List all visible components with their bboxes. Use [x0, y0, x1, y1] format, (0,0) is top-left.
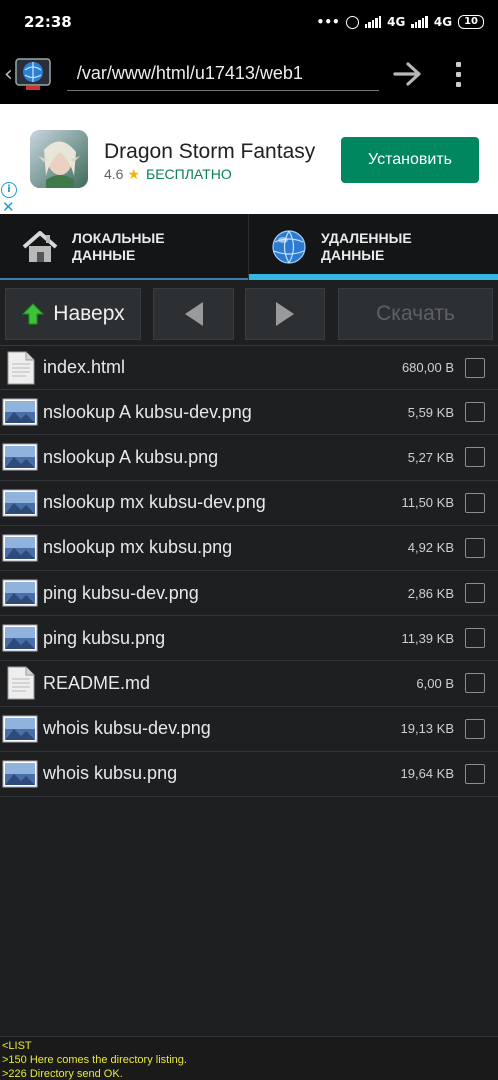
back-chevron-icon[interactable]: ‹	[4, 62, 13, 87]
file-list: index.html 680,00 B nslookup A kubsu-dev.p…	[0, 345, 498, 797]
file-checkbox[interactable]	[465, 583, 485, 604]
tab-remote-data[interactable]: УДАЛЕННЫЕ ДАННЫЕ	[249, 214, 498, 280]
image-icon	[2, 756, 38, 792]
ad-install-button[interactable]: Установить	[341, 137, 479, 183]
app-toolbar: ‹	[0, 44, 498, 104]
signal-icon-2	[411, 16, 428, 28]
up-button[interactable]: Наверх	[5, 288, 141, 340]
file-checkbox[interactable]	[465, 402, 485, 423]
file-name: nslookup mx kubsu-dev.png	[43, 492, 266, 513]
notification-dots: •••	[316, 15, 340, 29]
file-row[interactable]: nslookup A kubsu-dev.png 5,59 KB	[0, 390, 498, 436]
download-button[interactable]: Скачать	[338, 288, 493, 340]
file-row[interactable]: nslookup mx kubsu.png 4,92 KB	[0, 526, 498, 571]
house-icon	[22, 231, 58, 262]
file-name: whois kubsu-dev.png	[43, 718, 211, 739]
file-size: 19,13 KB	[400, 721, 455, 737]
file-name: README.md	[43, 672, 151, 693]
ad-app-icon[interactable]	[30, 130, 88, 188]
image-icon	[2, 485, 38, 521]
file-size: 11,50 KB	[401, 495, 454, 511]
file-checkbox[interactable]	[465, 718, 485, 739]
alarm-icon	[345, 15, 359, 29]
status-icons: ••• 4G 4G 10	[317, 15, 484, 29]
file-row[interactable]: index.html 680,00 B	[0, 345, 498, 391]
next-button[interactable]	[245, 288, 325, 340]
file-size: 5,27 KB	[407, 449, 454, 465]
file-checkbox[interactable]	[465, 357, 485, 378]
ad-rating-row: 4.6 ★ БЕСПЛАТНО	[104, 166, 232, 183]
file-size: 11,39 KB	[401, 630, 454, 646]
arrow-right-icon	[393, 62, 421, 86]
document-icon	[2, 350, 38, 386]
file-name: ping kubsu-dev.png	[43, 582, 199, 603]
ad-close-icon[interactable]: ✕	[2, 200, 15, 215]
file-size: 4,92 KB	[407, 540, 454, 556]
file-checkbox[interactable]	[465, 492, 485, 513]
log-line: <LIST	[2, 1040, 32, 1052]
file-name: ping kubsu.png	[43, 627, 166, 648]
file-name: nslookup A kubsu-dev.png	[43, 401, 252, 422]
file-checkbox[interactable]	[465, 628, 485, 649]
star-icon: ★	[127, 166, 141, 182]
triangle-right-icon	[276, 302, 294, 326]
file-row[interactable]: ping kubsu.png 11,39 KB	[0, 616, 498, 662]
network-type-1: 4G	[387, 15, 406, 29]
navigation-bar: Наверх Скачать	[0, 280, 498, 344]
file-checkbox[interactable]	[465, 447, 485, 468]
arrow-up-icon	[22, 303, 45, 325]
status-time: 22:38	[24, 13, 72, 31]
file-row[interactable]: nslookup A kubsu.png 5,27 KB	[0, 435, 498, 481]
signal-icon	[364, 16, 382, 28]
battery-icon: 10	[458, 15, 484, 29]
file-checkbox[interactable]	[465, 763, 485, 784]
ad-price: БЕСПЛАТНО	[146, 166, 232, 182]
image-icon	[2, 711, 38, 747]
go-button[interactable]	[391, 57, 425, 91]
image-icon	[2, 530, 38, 566]
data-tabs: ЛОКАЛЬНЫЕ ДАННЫЕ УДАЛЕННЫЕ ДАННЫЕ	[0, 214, 498, 280]
overflow-menu-icon[interactable]	[449, 57, 469, 91]
file-name: index.html	[43, 357, 126, 378]
document-icon	[2, 665, 38, 701]
image-icon	[2, 394, 38, 430]
image-icon	[2, 620, 38, 656]
status-bar: 22:38 ••• 4G 4G 10	[0, 0, 498, 44]
ad-banner[interactable]: Dragon Storm Fantasy 4.6 ★ БЕСПЛАТНО Устан…	[0, 104, 498, 215]
file-size: 2,86 KB	[407, 585, 454, 601]
ad-rating: 4.6	[104, 166, 124, 182]
file-name: nslookup mx kubsu.png	[43, 537, 233, 558]
file-checkbox[interactable]	[465, 537, 485, 558]
log-line: >150 Here comes the directory listing.	[2, 1054, 187, 1066]
file-name: whois kubsu.png	[43, 763, 178, 784]
file-checkbox[interactable]	[465, 673, 485, 694]
network-type-2: 4G	[433, 15, 453, 29]
ad-info-icon[interactable]: i	[1, 182, 17, 198]
file-size: 680,00 B	[401, 360, 454, 376]
up-button-label: Наверх	[53, 302, 125, 325]
file-row[interactable]: whois kubsu-dev.png 19,13 KB	[0, 707, 498, 752]
file-size: 5,59 KB	[407, 404, 454, 420]
file-row[interactable]: nslookup mx kubsu-dev.png 11,50 KB	[0, 481, 498, 526]
log-line: >226 Directory send OK.	[2, 1068, 123, 1080]
file-row[interactable]: whois kubsu.png 19,64 KB	[0, 752, 498, 797]
ftp-log: <LIST >150 Here comes the directory list…	[0, 1036, 498, 1080]
prev-button[interactable]	[153, 288, 234, 340]
tab-remote-label: УДАЛЕННЫЕ ДАННЫЕ	[321, 230, 412, 263]
file-size: 19,64 KB	[400, 766, 455, 782]
file-name: nslookup A kubsu.png	[43, 446, 219, 467]
app-logo-icon[interactable]	[13, 54, 53, 94]
triangle-left-icon	[184, 302, 203, 326]
path-input[interactable]	[66, 57, 379, 91]
file-row[interactable]: README.md 6,00 B	[0, 661, 498, 707]
image-icon	[2, 439, 38, 475]
globe-icon	[272, 230, 306, 264]
file-size: 6,00 B	[416, 675, 454, 691]
image-icon	[2, 575, 38, 611]
file-row[interactable]: ping kubsu-dev.png 2,86 KB	[0, 571, 498, 617]
tab-local-label: ЛОКАЛЬНЫЕ ДАННЫЕ	[72, 230, 165, 263]
ad-title: Dragon Storm Fantasy	[104, 140, 316, 163]
tab-local-data[interactable]: ЛОКАЛЬНЫЕ ДАННЫЕ	[0, 214, 249, 280]
